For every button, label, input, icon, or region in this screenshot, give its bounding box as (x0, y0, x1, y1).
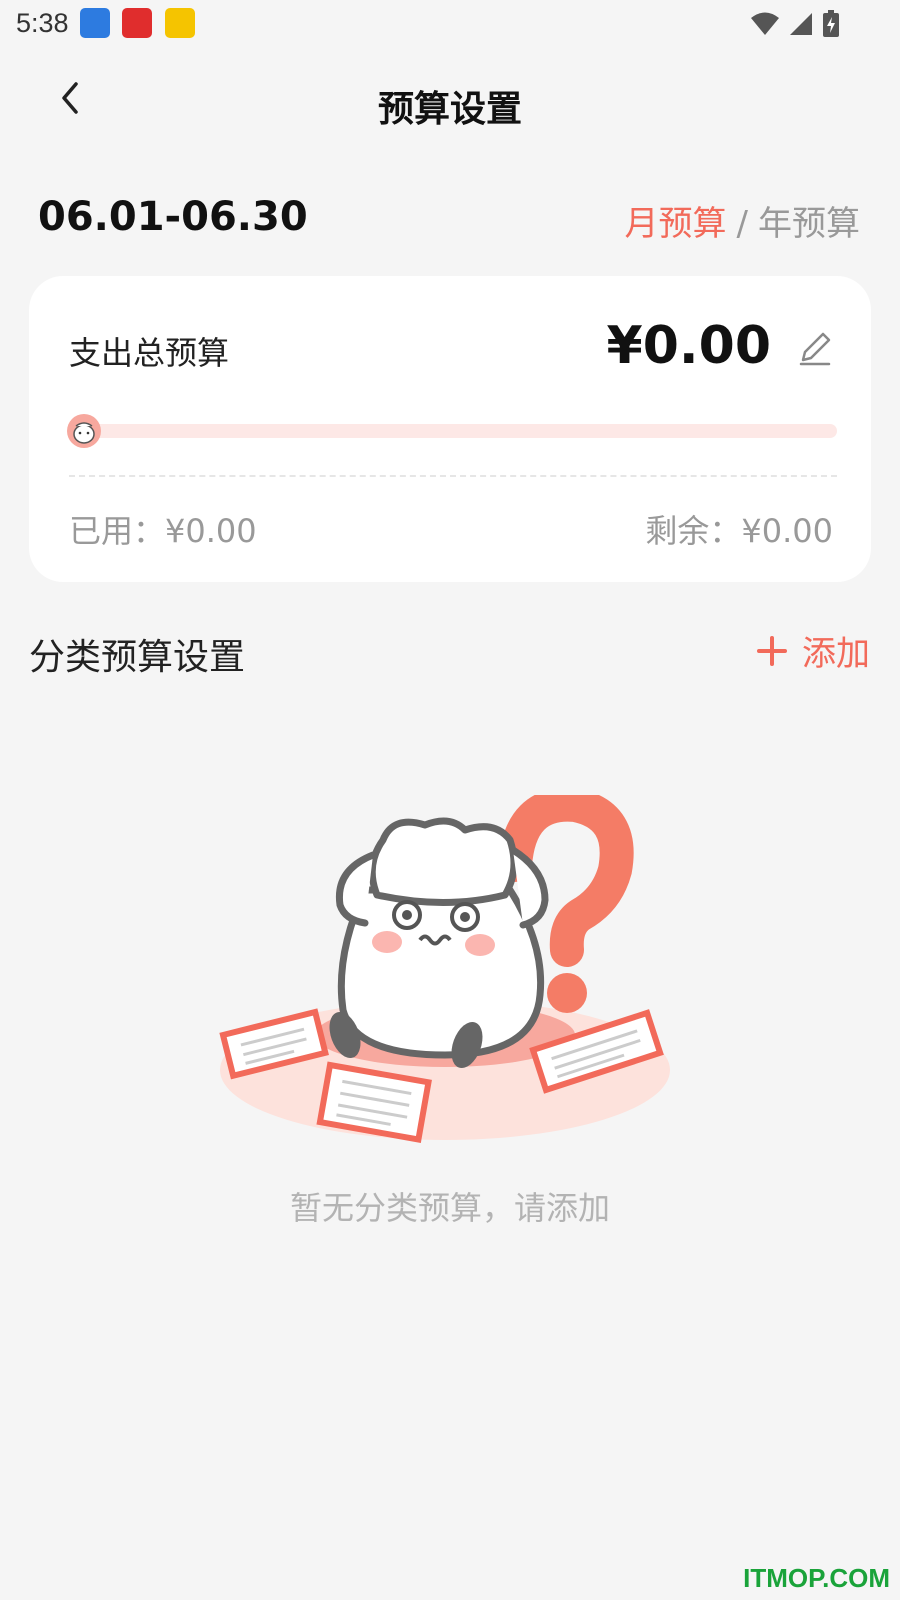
status-time: 5:38 (16, 8, 69, 38)
app-notification-icon-1 (80, 8, 110, 38)
edit-budget-button[interactable] (795, 328, 835, 368)
header: 预算设置 (0, 60, 900, 140)
mode-separator: / (736, 204, 748, 244)
status-bar: 5:38 (0, 0, 900, 50)
signal-icon (790, 13, 812, 35)
period-range: 06.01-06.30 (38, 194, 308, 240)
tab-year-budget[interactable]: 年预算 (758, 204, 860, 244)
watermark: ITMOP.COM (743, 1563, 890, 1593)
empty-state-illustration (219, 795, 670, 1143)
card-divider (69, 475, 837, 477)
app-notification-icon-2 (122, 8, 152, 38)
tab-month-budget[interactable]: 月预算 (625, 204, 727, 244)
total-budget-card: 支出总预算 ¥0.00 已用：¥0.00 剩余：¥0.00 (29, 276, 871, 582)
page-title: 预算设置 (377, 89, 522, 130)
mascot-icon (67, 414, 101, 448)
plus-icon (757, 635, 787, 666)
battery-icon (823, 10, 839, 37)
status-indicators (750, 10, 840, 38)
add-category-budget-button[interactable]: 添加 (756, 626, 870, 675)
remaining-amount: 剩余：¥0.00 (645, 512, 833, 550)
app-notification-icon-3 (165, 8, 195, 38)
pencil-icon (799, 332, 831, 366)
category-budget-title: 分类预算设置 (29, 637, 246, 678)
total-budget-label: 支出总预算 (69, 334, 230, 372)
used-amount: 已用：¥0.00 (69, 512, 257, 550)
wifi-icon (751, 12, 779, 35)
budget-mode-switch: 月预算 / 年预算 (625, 196, 860, 245)
add-label: 添加 (802, 634, 870, 674)
budget-progress-bar (69, 424, 837, 438)
empty-state-message: 暂无分类预算，请添加 (289, 1189, 610, 1227)
total-budget-amount: ¥0.00 (606, 316, 771, 376)
mascot-body (337, 886, 545, 1059)
